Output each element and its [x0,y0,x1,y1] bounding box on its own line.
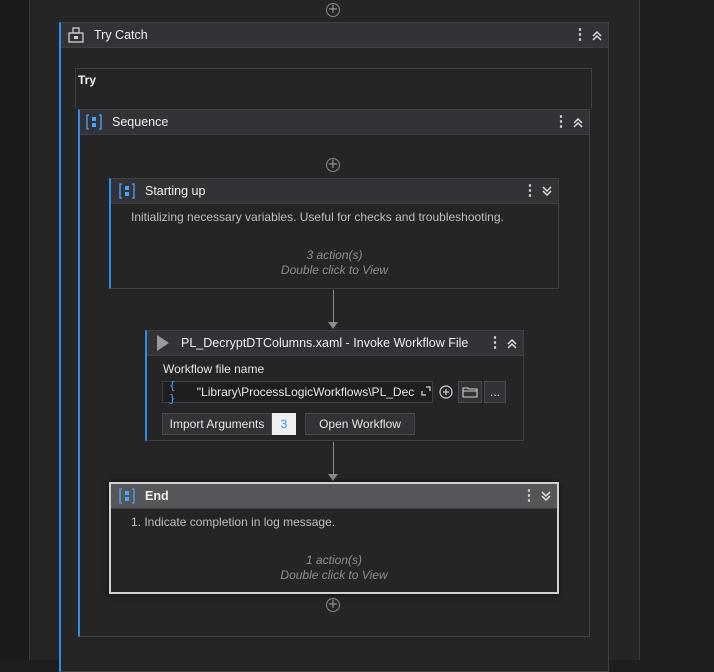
connector-arrow [328,322,338,329]
sequence-collapse-icon[interactable] [569,114,587,130]
workflow-file-input[interactable]: { } "Library\ProcessLogicWorkflows\PL_De… [162,379,433,405]
end-title: End [145,489,169,503]
sequence-more-icon[interactable]: ⋮ [553,114,569,130]
left-panel [0,0,30,660]
open-workflow-button[interactable]: Open Workflow [305,413,415,435]
right-panel [639,0,714,660]
browse-folder-button[interactable] [458,381,482,403]
try-catch-icon [68,27,84,43]
invoke-workflow-title: PL_DecryptDTColumns.xaml - Invoke Workfl… [181,336,469,350]
end-hint: Double click to View [280,568,388,582]
more-options-button[interactable]: ... [484,381,506,403]
starting-up-actions: 3 action(s) [306,248,363,262]
expand-icon[interactable] [538,183,556,199]
play-icon [157,335,169,351]
workflow-file-value: "Library\ProcessLogicWorkflows\PL_Decry [196,385,414,399]
try-catch-title: Try Catch [94,28,148,42]
sequence-icon [119,488,135,504]
try-section: Try [75,68,592,108]
starting-up-title: Starting up [145,184,206,198]
collapse-icon[interactable] [588,27,606,43]
sequence-header[interactable]: Sequence ⋮ [80,110,589,135]
connector-line [333,290,334,323]
end-description: 1. Indicate completion in log message. [131,515,336,529]
starting-up-more-icon[interactable]: ⋮ [522,183,538,199]
end-activity[interactable]: End ⋮ 1. Indicate completion in log mess… [109,482,559,594]
expand-icon[interactable] [537,488,555,504]
add-activity-icon[interactable]: + [326,3,340,17]
starting-up-header[interactable]: Starting up ⋮ [111,179,558,204]
folder-icon [462,387,478,398]
invoke-more-icon[interactable]: ⋮ [487,335,503,351]
invoke-workflow-activity[interactable]: PL_DecryptDTColumns.xaml - Invoke Workfl… [145,330,524,441]
end-actions: 1 action(s) [305,553,363,567]
add-argument-icon[interactable] [435,381,457,403]
sequence-title: Sequence [112,115,169,129]
expression-icon: { } [169,379,176,405]
argument-count-badge: 3 [272,413,296,435]
invoke-workflow-header[interactable]: PL_DecryptDTColumns.xaml - Invoke Workfl… [147,331,523,356]
starting-up-activity[interactable]: Starting up ⋮ Initializing necessary var… [109,178,559,289]
connector-arrow [328,474,338,481]
collapse-icon[interactable] [503,335,521,351]
add-activity-icon[interactable]: + [326,158,340,172]
end-more-icon[interactable]: ⋮ [521,488,537,504]
starting-up-hint: Double click to View [280,263,389,277]
connector-line [333,442,334,476]
try-catch-header[interactable]: Try Catch ⋮ [61,23,608,48]
add-activity-icon[interactable]: + [326,598,340,612]
import-arguments-button[interactable]: Import Arguments [162,413,272,435]
expand-editor-icon[interactable] [420,385,432,400]
try-label: Try [78,73,97,87]
try-catch-more-icon[interactable]: ⋮ [572,27,588,43]
workflow-file-label: Workflow file name [163,362,265,376]
sequence-icon [119,183,135,199]
end-header[interactable]: End ⋮ [111,484,557,509]
starting-up-description: Initializing necessary variables. Useful… [131,210,504,224]
sequence-icon [86,114,102,130]
